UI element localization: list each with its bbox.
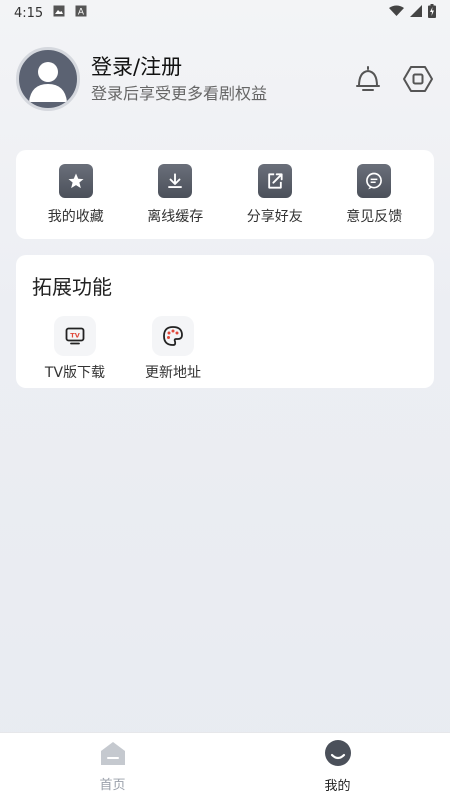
login-prompt[interactable]: 登录/注册 登录后享受更多看剧权益 [91, 53, 267, 105]
status-bar: 4:15 A [0, 0, 450, 26]
status-time: 4:15 [14, 5, 44, 21]
nav-label-profile: 我的 [324, 779, 351, 794]
star-icon [58, 163, 93, 198]
quick-action-label: 离线缓存 [147, 208, 204, 225]
share-icon [257, 163, 292, 198]
nav-tab-profile[interactable]: 我的 [225, 733, 450, 800]
profile-face-icon [324, 739, 352, 771]
quick-action-label: 意见反馈 [346, 208, 403, 225]
nav-tab-home[interactable]: 首页 [0, 733, 225, 800]
profile-header: 登录/注册 登录后享受更多看剧权益 [16, 46, 434, 112]
tv-icon: TV [54, 316, 96, 356]
wifi-icon [389, 5, 404, 21]
extensions-title: 拓展功能 [32, 275, 112, 299]
user-avatar-icon[interactable] [16, 47, 80, 111]
tv-icon-text: TV [70, 332, 79, 340]
login-register-title[interactable]: 登录/注册 [91, 53, 267, 81]
extension-label: TV版下载 [44, 365, 106, 381]
quick-action-share[interactable]: 分享好友 [230, 163, 320, 226]
quick-action-offline-cache[interactable]: 离线缓存 [130, 163, 220, 226]
nav-label-home: 首页 [99, 778, 126, 793]
signal-icon [410, 5, 422, 21]
feedback-icon [357, 163, 392, 198]
a-badge-icon: A [75, 5, 87, 21]
extensions-card: 拓展功能 TV TV版下载 更新地址 [16, 255, 434, 388]
home-icon [99, 740, 127, 770]
quick-actions-card: 我的收藏 离线缓存 分享好友 意见反馈 [16, 150, 434, 239]
settings-hexagon-icon[interactable] [402, 63, 434, 95]
quick-action-favorites[interactable]: 我的收藏 [31, 163, 121, 226]
download-icon [158, 163, 193, 198]
extension-tv-download[interactable]: TV TV版下载 [32, 316, 118, 382]
svg-text:A: A [78, 8, 85, 18]
image-icon [53, 5, 65, 21]
quick-action-feedback[interactable]: 意见反馈 [329, 163, 419, 226]
quick-action-label: 分享好友 [246, 208, 303, 225]
login-benefits-subtitle: 登录后享受更多看剧权益 [91, 84, 268, 103]
notification-bell-icon[interactable] [352, 63, 384, 95]
extension-update-address[interactable]: 更新地址 [130, 316, 216, 382]
extension-label: 更新地址 [145, 365, 201, 381]
quick-action-label: 我的收藏 [47, 208, 104, 225]
bottom-navigation: 首页 我的 [0, 732, 450, 800]
palette-icon [152, 316, 194, 356]
battery-charging-icon [428, 4, 436, 22]
